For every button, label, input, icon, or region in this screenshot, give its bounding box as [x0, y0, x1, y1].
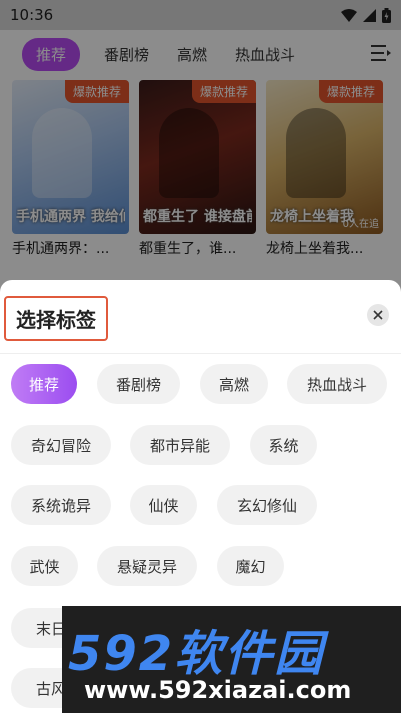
watermark-url: www.592xiazai.com [84, 676, 352, 704]
tag-system[interactable]: 系统 [250, 425, 317, 465]
tag-exciting[interactable]: 高燃 [200, 364, 268, 404]
sheet-title: 选择标签 [4, 296, 108, 341]
tag-recommend[interactable]: 推荐 [11, 364, 77, 404]
tag-ranking[interactable]: 番剧榜 [97, 364, 180, 404]
close-icon [373, 310, 383, 320]
tag-fantasy-adventure[interactable]: 奇幻冒险 [11, 425, 111, 465]
sheet-header: 选择标签 [0, 280, 401, 354]
watermark-brand: 592软件园 [68, 626, 325, 682]
tag-wuxia[interactable]: 武侠 [11, 546, 78, 586]
tag-system-horror[interactable]: 系统诡异 [11, 485, 111, 525]
tag-xianxia[interactable]: 仙侠 [130, 485, 197, 525]
close-button[interactable] [367, 304, 389, 326]
tag-battle[interactable]: 热血战斗 [287, 364, 387, 404]
tag-magic[interactable]: 魔幻 [217, 546, 284, 586]
tag-cultivation[interactable]: 玄幻修仙 [217, 485, 317, 525]
tag-mystery[interactable]: 悬疑灵异 [97, 546, 197, 586]
watermark-logo: 592软件园 www.592xiazai.com [62, 606, 401, 713]
tag-urban-power[interactable]: 都市异能 [130, 425, 230, 465]
